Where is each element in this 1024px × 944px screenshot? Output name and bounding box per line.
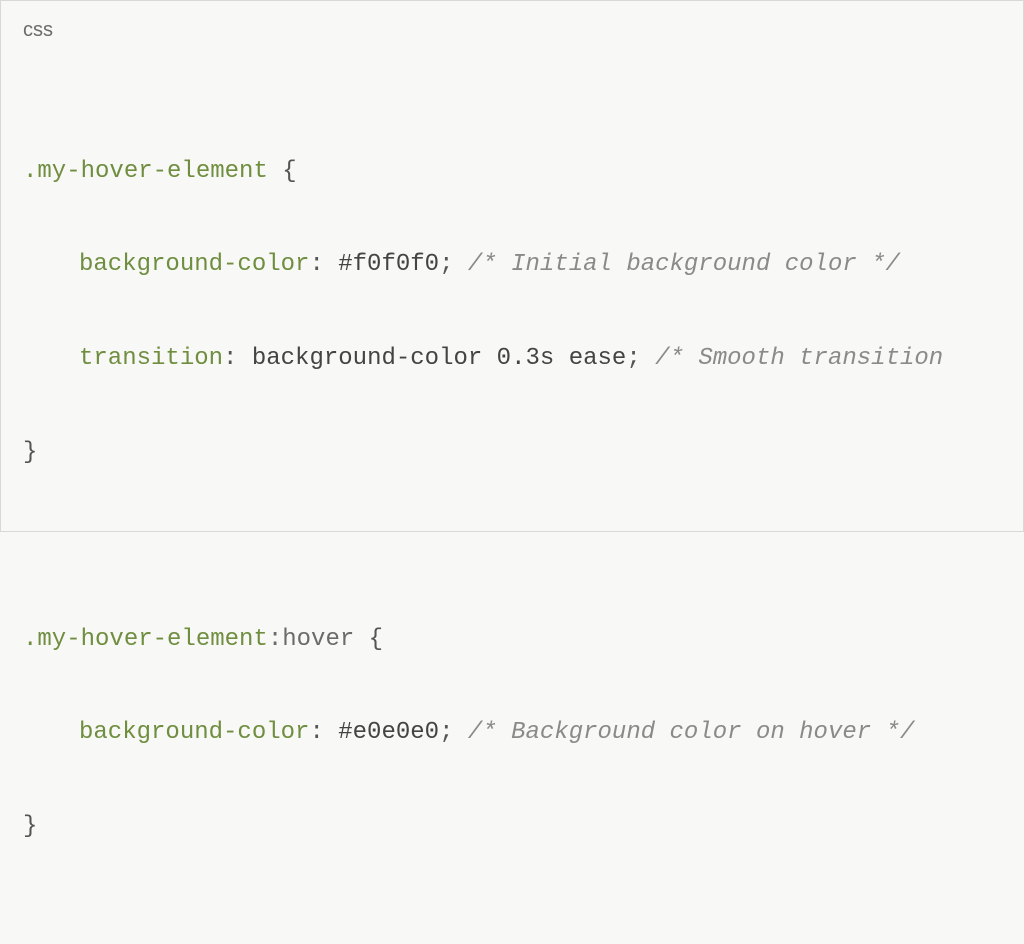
code-block: .my-hover-element { background-color: #f… <box>1 42 1023 944</box>
language-label: css <box>1 1 1023 42</box>
close-brace: } <box>23 439 37 466</box>
code-line: transition: background-color 0.3s ease; … <box>23 336 1001 383</box>
css-selector: .my-hover-element <box>23 158 268 185</box>
space <box>453 719 467 746</box>
space <box>324 719 338 746</box>
space <box>641 345 655 372</box>
colon: : <box>309 719 323 746</box>
css-property: background-color <box>79 719 309 746</box>
css-pseudo-class: :hover <box>268 626 354 653</box>
code-line: background-color: #e0e0e0; /* Background… <box>23 710 1001 757</box>
css-comment: /* Initial background color */ <box>468 251 900 278</box>
space <box>237 345 251 372</box>
semicolon: ; <box>439 719 453 746</box>
css-selector: .my-hover-element <box>23 626 268 653</box>
space <box>453 251 467 278</box>
semicolon: ; <box>626 345 640 372</box>
css-property: background-color <box>79 251 309 278</box>
code-line: } <box>23 430 1001 477</box>
semicolon: ; <box>439 251 453 278</box>
css-comment: /* Background color on hover */ <box>468 719 914 746</box>
css-value: #e0e0e0 <box>338 719 439 746</box>
code-line: .my-hover-element { <box>23 149 1001 196</box>
code-snippet-container: css .my-hover-element { background-color… <box>0 0 1024 532</box>
css-property: transition <box>79 345 223 372</box>
space <box>324 251 338 278</box>
css-value: #f0f0f0 <box>338 251 439 278</box>
open-brace: { <box>354 626 383 653</box>
code-line: background-color: #f0f0f0; /* Initial ba… <box>23 242 1001 289</box>
code-line: .my-hover-element:hover { <box>23 617 1001 664</box>
css-comment: /* Smooth transition <box>655 345 943 372</box>
css-value: background-color 0.3s ease <box>252 345 626 372</box>
code-line: } <box>23 804 1001 851</box>
close-brace: } <box>23 813 37 840</box>
open-brace: { <box>268 158 297 185</box>
blank-line <box>23 523 1001 570</box>
colon: : <box>223 345 237 372</box>
colon: : <box>309 251 323 278</box>
